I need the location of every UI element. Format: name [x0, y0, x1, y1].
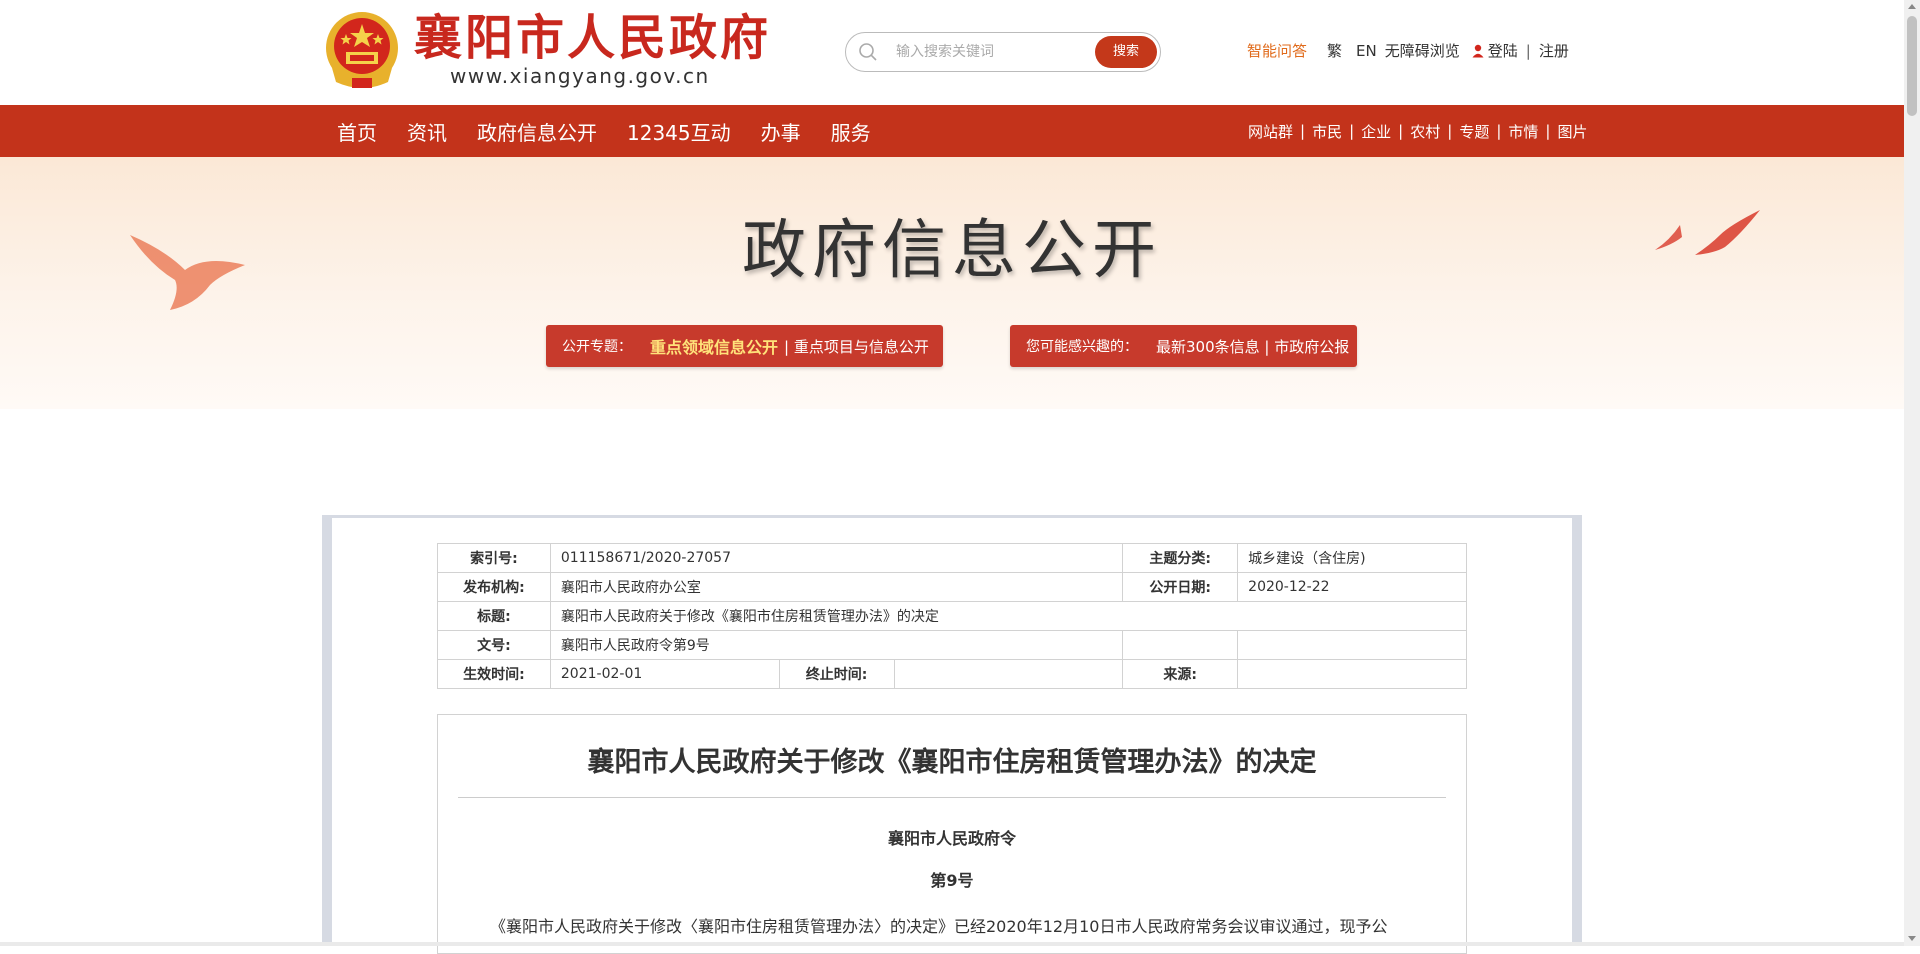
banner: 政府信息公开 公开专题： 重点领域信息公开 | 重点项目与信息公开 您可能感兴趣…: [0, 157, 1904, 409]
nav-side-topics[interactable]: 专题: [1459, 121, 1489, 142]
article-number: 第9号: [930, 871, 974, 890]
search-input[interactable]: [894, 41, 1094, 63]
nav-item-home[interactable]: 首页: [337, 117, 377, 146]
table-row: 生效时间: 2021-02-01 终止时间: 来源:: [437, 659, 1467, 689]
vertical-scrollbar[interactable]: [1904, 0, 1920, 946]
meta-label: 文号:: [437, 630, 551, 660]
table-row: 索引号: 011158671/2020-27057 主题分类: 城乡建设（含住房…: [437, 543, 1467, 573]
ai-qa-link[interactable]: 智能问答: [1247, 40, 1307, 61]
scroll-thumb[interactable]: [1907, 16, 1917, 116]
nav-separator: |: [1300, 122, 1306, 140]
meta-value: 襄阳市人民政府办公室: [549, 572, 1124, 602]
interest-label: 您可能感兴趣的：: [1026, 339, 1138, 355]
table-row: 标题: 襄阳市人民政府关于修改《襄阳市住房租赁管理办法》的决定: [437, 601, 1468, 631]
document-meta-table: 索引号: 011158671/2020-27057 主题分类: 城乡建设（含住房…: [437, 543, 1468, 689]
nav-side-citizen[interactable]: 市民: [1312, 121, 1342, 142]
topic-label: 公开专题：: [562, 339, 632, 355]
table-row: 文号: 襄阳市人民政府令第9号: [437, 630, 1467, 660]
meta-label: 主题分类:: [1122, 543, 1239, 573]
meta-label: 标题:: [437, 601, 551, 631]
meta-value: [1237, 659, 1467, 689]
nav-item-12345[interactable]: 12345互动: [627, 117, 731, 146]
meta-label: 索引号:: [437, 543, 551, 573]
register-link[interactable]: 注册: [1539, 40, 1569, 61]
nav-side-site-group[interactable]: 网站群: [1248, 121, 1293, 142]
header-tools: 智能问答 繁 EN 无障碍浏览 登陆 | 注册: [1247, 40, 1569, 61]
nav-side-city-info[interactable]: 市情: [1508, 121, 1538, 142]
nav-separator: |: [1398, 122, 1404, 140]
nav-side-pictures[interactable]: 图片: [1557, 121, 1587, 142]
interest-links[interactable]: 最新300条信息 | 市政府公报: [1156, 336, 1349, 357]
meta-value: 襄阳市人民政府关于修改《襄阳市住房租赁管理办法》的决定: [549, 601, 1468, 631]
meta-value: 城乡建设（含住房): [1237, 543, 1467, 573]
national-emblem-icon: [326, 12, 398, 88]
nav-side-enterprise[interactable]: 企业: [1361, 121, 1391, 142]
nav-item-news[interactable]: 资讯: [407, 117, 447, 146]
nav-item-gov-info[interactable]: 政府信息公开: [477, 117, 597, 146]
key-project-link[interactable]: | 重点项目与信息公开: [784, 336, 929, 357]
traditional-chinese-link[interactable]: 繁: [1327, 40, 1342, 61]
accessibility-link[interactable]: 无障碍浏览: [1385, 40, 1460, 61]
content-frame: 索引号: 011158671/2020-27057 主题分类: 城乡建设（含住房…: [322, 515, 1582, 954]
login-link[interactable]: 登陆: [1488, 40, 1518, 61]
nav-separator: |: [1545, 122, 1551, 140]
search-button[interactable]: 搜索: [1095, 36, 1157, 68]
public-topic-box: 公开专题： 重点领域信息公开 | 重点项目与信息公开: [546, 325, 943, 367]
nav-side-rural[interactable]: 农村: [1410, 121, 1440, 142]
scroll-down-arrow-icon[interactable]: [1908, 936, 1916, 941]
meta-empty-cell: [1122, 630, 1239, 660]
article-issuer: 襄阳市人民政府令: [887, 829, 1016, 848]
meta-label: 终止时间:: [778, 659, 895, 689]
search-icon: [859, 43, 877, 61]
site-header: 襄阳市人民政府 www.xiangyang.gov.cn 搜索 智能问答 繁 E…: [0, 0, 1904, 105]
nav-item-services-affairs[interactable]: 办事: [761, 117, 801, 146]
meta-label: 生效时间:: [437, 659, 551, 689]
key-area-link[interactable]: 重点领域信息公开: [650, 334, 778, 358]
meta-value: 2021-02-01: [549, 659, 780, 689]
nav-separator: |: [1447, 122, 1453, 140]
article-body: 襄阳市人民政府关于修改《襄阳市住房租赁管理办法》的决定 襄阳市人民政府令 第9号…: [437, 714, 1467, 954]
nav-separator: |: [1349, 122, 1355, 140]
english-link[interactable]: EN: [1356, 42, 1377, 60]
meta-value: 011158671/2020-27057: [549, 543, 1124, 573]
nav-side-menu: 网站群 | 市民 | 企业 | 农村 | 专题 | 市情 | 图片: [1248, 105, 1587, 157]
search-box: 搜索: [845, 32, 1161, 72]
meta-label: 公开日期:: [1122, 572, 1239, 602]
interest-box: 您可能感兴趣的： 最新300条信息 | 市政府公报: [1010, 325, 1357, 367]
user-icon: [1472, 44, 1484, 57]
content-panel: 索引号: 011158671/2020-27057 主题分类: 城乡建设（含住房…: [332, 518, 1572, 954]
nav-item-services[interactable]: 服务: [831, 117, 871, 146]
article-title: 襄阳市人民政府关于修改《襄阳市住房租赁管理办法》的决定: [587, 747, 1317, 778]
tools-separator: |: [1525, 41, 1531, 60]
site-logo[interactable]: 襄阳市人民政府 www.xiangyang.gov.cn: [322, 8, 771, 92]
main-nav: 首页 资讯 政府信息公开 12345互动 办事 服务 网站群 | 市民 | 企业…: [0, 105, 1904, 157]
page-title: 政府信息公开: [742, 214, 1162, 288]
article-paragraph: 《襄阳市人民政府关于修改〈襄阳市住房租赁管理办法〉的决定》已经2020年12月1…: [490, 917, 1388, 936]
meta-value: 2020-12-22: [1237, 572, 1467, 602]
divider: [458, 797, 1446, 798]
meta-value: 襄阳市人民政府令第9号: [549, 630, 1124, 660]
nav-separator: |: [1496, 122, 1502, 140]
meta-value: [893, 659, 1124, 689]
site-title: 襄阳市人民政府: [414, 10, 772, 66]
site-url: www.xiangyang.gov.cn: [450, 64, 710, 88]
meta-label: 发布机构:: [437, 572, 551, 602]
scroll-up-arrow-icon[interactable]: [1908, 4, 1916, 9]
nav-main-menu: 首页 资讯 政府信息公开 12345互动 办事 服务: [337, 105, 901, 157]
horizontal-scrollbar[interactable]: [0, 942, 1904, 946]
meta-label: 来源:: [1122, 659, 1239, 689]
meta-empty-cell: [1237, 630, 1467, 660]
table-row: 发布机构: 襄阳市人民政府办公室 公开日期: 2020-12-22: [437, 572, 1467, 602]
